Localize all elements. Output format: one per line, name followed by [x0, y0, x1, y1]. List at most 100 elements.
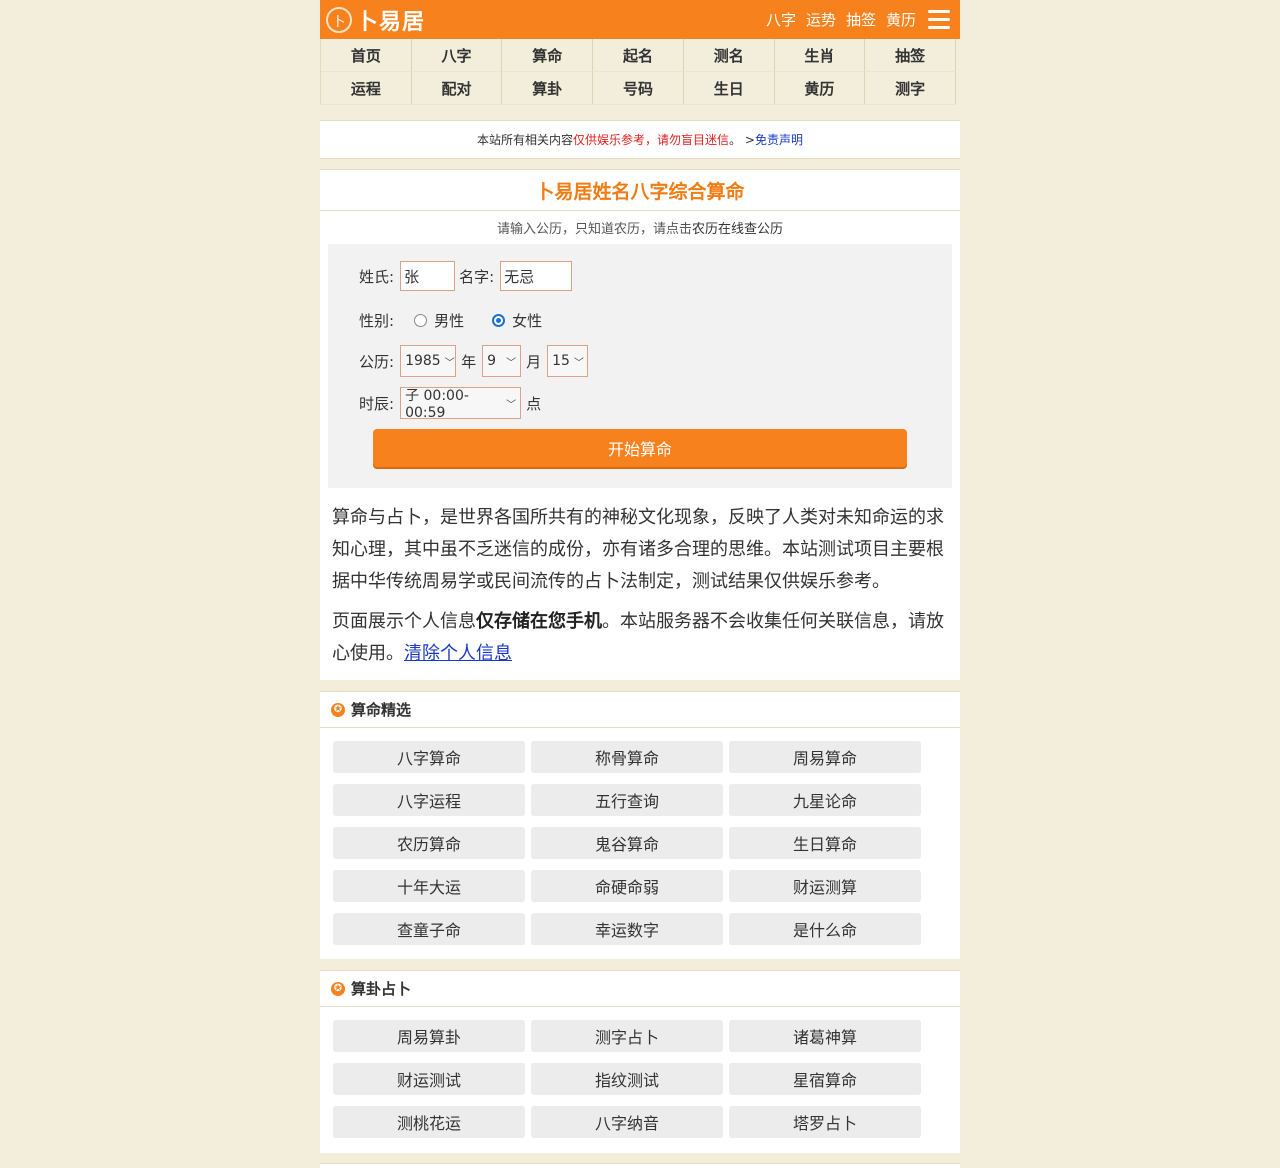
disclaimer-notice: 本站所有相关内容 仅供娱乐参考，请勿盲目迷信。 > 免责声明: [320, 120, 960, 159]
link-button[interactable]: 九星论命: [729, 784, 921, 816]
hour-value: 子 00:00-00:59: [405, 388, 469, 421]
chevron-down-icon: ﹀: [573, 357, 584, 369]
link-button[interactable]: 十年大运: [333, 870, 525, 902]
top-link-bazi[interactable]: 八字: [766, 9, 796, 30]
year-value: 1985: [405, 353, 441, 369]
year-select[interactable]: 1985 ﹀: [400, 345, 457, 377]
link-button[interactable]: 八字纳音: [531, 1106, 723, 1138]
start-fortune-button[interactable]: 开始算命: [373, 429, 907, 467]
link-button[interactable]: 周易算命: [729, 741, 921, 773]
nav-item-haoma[interactable]: 号码: [593, 72, 684, 105]
nav-item-bazi[interactable]: 八字: [411, 39, 503, 72]
nav-item-cezi[interactable]: 测字: [865, 72, 956, 105]
top-link-huangli[interactable]: 黄历: [886, 9, 916, 30]
hamburger-menu-icon[interactable]: [928, 10, 950, 29]
given-name-input[interactable]: 无忌: [500, 261, 573, 291]
link-button[interactable]: 五行查询: [531, 784, 723, 816]
clear-personal-info-link[interactable]: 清除个人信息: [404, 643, 512, 664]
link-button[interactable]: 查童子命: [333, 913, 525, 945]
link-button[interactable]: 财运测试: [333, 1063, 525, 1095]
link-button[interactable]: 周易算卦: [333, 1020, 525, 1052]
gender-female-label: 女性: [512, 312, 543, 330]
link-button[interactable]: 鬼谷算命: [531, 827, 723, 859]
lunar-convert-link[interactable]: 农历在线查公历: [692, 218, 783, 237]
star-badge-icon: ✪: [331, 702, 345, 717]
chevron-down-icon: ﹀: [506, 357, 517, 369]
privacy-bold: 仅存储在您手机: [476, 611, 602, 632]
disclaimer-link[interactable]: 免责声明: [755, 131, 803, 148]
top-links: 八字 运势 抽签 黄历: [756, 0, 916, 39]
nav-item-yuncheng[interactable]: 运程: [321, 72, 412, 105]
hour-select[interactable]: 子 00:00-00:59 ﹀: [400, 387, 522, 421]
link-button[interactable]: 八字算命: [333, 741, 525, 773]
nav-item-shengri[interactable]: 生日: [683, 72, 775, 105]
month-value: 9: [487, 353, 496, 369]
hour-unit: 点: [526, 394, 542, 413]
date-label: 公历:: [359, 352, 395, 371]
date-row: 公历: 1985 ﹀ 年 9 ﹀ 月 15 ﹀: [359, 345, 593, 377]
nav-item-chouqian[interactable]: 抽签: [865, 39, 956, 72]
section-title: 算卦占卜: [351, 980, 412, 998]
section-divination: ✪ 算卦占卜 周易算卦 测字占卜 诸葛神算 财运测试 指纹测试 星宿算命 测桃花…: [320, 970, 960, 1153]
page: 卜 卜易居 八字 运势 抽签 黄历 首页 八字 算命 起名 测名 生肖 抽签 运…: [320, 0, 960, 1168]
gender-male-label: 男性: [434, 312, 465, 330]
section-header: ✪ 算卦占卜: [320, 971, 960, 1007]
notice-mid: 。 >: [729, 133, 755, 147]
chevron-down-icon: ﹀: [444, 357, 455, 369]
top-bar: 卜 卜易居 八字 运势 抽签 黄历: [320, 0, 960, 39]
main-nav: 首页 八字 算命 起名 测名 生肖 抽签 运程 配对 算卦 号码 生日 黄历 测…: [320, 39, 956, 105]
surname-label: 姓氏:: [359, 267, 395, 286]
link-button[interactable]: 生日算命: [729, 827, 921, 859]
day-value: 15: [552, 353, 570, 369]
fortune-form: 姓氏: 张 名字: 无忌 性别: 男性 女性 公历: 1985 ﹀ 年 9 ﹀ …: [328, 244, 952, 488]
link-button[interactable]: 塔罗占卜: [729, 1106, 921, 1138]
top-link-yunshi[interactable]: 运势: [806, 9, 836, 30]
top-link-chouqian[interactable]: 抽签: [846, 9, 876, 30]
hour-row: 时辰: 子 00:00-00:59 ﹀ 点: [359, 387, 542, 421]
chevron-down-icon: ﹀: [506, 399, 517, 411]
next-section-edge: [320, 1163, 960, 1168]
star-badge-icon: ✪: [331, 981, 345, 996]
month-select[interactable]: 9 ﹀: [482, 345, 522, 377]
link-button[interactable]: 农历算命: [333, 827, 525, 859]
surname-input[interactable]: 张: [400, 261, 456, 291]
gender-male-radio[interactable]: 男性: [414, 310, 464, 331]
nav-item-ceming[interactable]: 测名: [683, 39, 775, 72]
nav-item-shengxiao[interactable]: 生肖: [774, 39, 866, 72]
link-button[interactable]: 是什么命: [729, 913, 921, 945]
date-hint: 请输入公历，只知道农历，请点击 农历在线查公历: [320, 211, 960, 244]
notice-prefix: 本站所有相关内容: [477, 133, 574, 147]
year-unit: 年: [461, 352, 477, 371]
day-select[interactable]: 15 ﹀: [547, 345, 589, 377]
link-button[interactable]: 诸葛神算: [729, 1020, 921, 1052]
link-button[interactable]: 财运测算: [729, 870, 921, 902]
notice-warning: 仅供娱乐参考，请勿盲目迷信: [573, 133, 730, 147]
gender-row: 性别: 男性 女性: [359, 310, 542, 331]
hint-text: 请输入公历，只知道农历，请点击: [496, 222, 692, 237]
link-button[interactable]: 指纹测试: [531, 1063, 723, 1095]
nav-item-qiming[interactable]: 起名: [593, 39, 684, 72]
intro-paragraph: 算命与占卜，是世界各国所共有的神秘文化现象，反映了人类对未知命运的求知心理，其中…: [332, 507, 944, 592]
nav-item-huangli[interactable]: 黄历: [774, 72, 866, 105]
link-button[interactable]: 测字占卜: [531, 1020, 723, 1052]
link-button[interactable]: 星宿算命: [729, 1063, 921, 1095]
section-featured: ✪ 算命精选 八字算命 称骨算命 周易算命 八字运程 五行查询 九星论命 农历算…: [320, 691, 960, 959]
nav-item-home[interactable]: 首页: [321, 39, 412, 72]
logo-text: 卜易居: [356, 9, 426, 35]
gender-female-radio[interactable]: 女性: [492, 310, 542, 331]
name-label: 名字:: [459, 267, 495, 286]
gender-label: 性别:: [359, 312, 395, 330]
link-button[interactable]: 称骨算命: [531, 741, 723, 773]
privacy-paragraph: 页面展示个人信息仅存储在您手机。本站服务器不会收集任何关联信息，请放心使用。清除…: [332, 606, 948, 670]
nav-item-suangua[interactable]: 算卦: [502, 72, 594, 105]
link-button[interactable]: 八字运程: [333, 784, 525, 816]
section-header: ✪ 算命精选: [320, 692, 960, 728]
link-button[interactable]: 测桃花运: [333, 1106, 525, 1138]
main-card: 卜易居姓名八字综合算命 请输入公历，只知道农历，请点击 农历在线查公历 姓氏: 张…: [320, 169, 960, 680]
link-button[interactable]: 幸运数字: [531, 913, 723, 945]
privacy-prefix: 页面展示个人信息: [332, 611, 476, 632]
nav-item-suanming[interactable]: 算命: [502, 39, 594, 72]
link-button[interactable]: 命硬命弱: [531, 870, 723, 902]
site-logo[interactable]: 卜 卜易居: [326, 4, 425, 36]
nav-item-peidui[interactable]: 配对: [411, 72, 503, 105]
